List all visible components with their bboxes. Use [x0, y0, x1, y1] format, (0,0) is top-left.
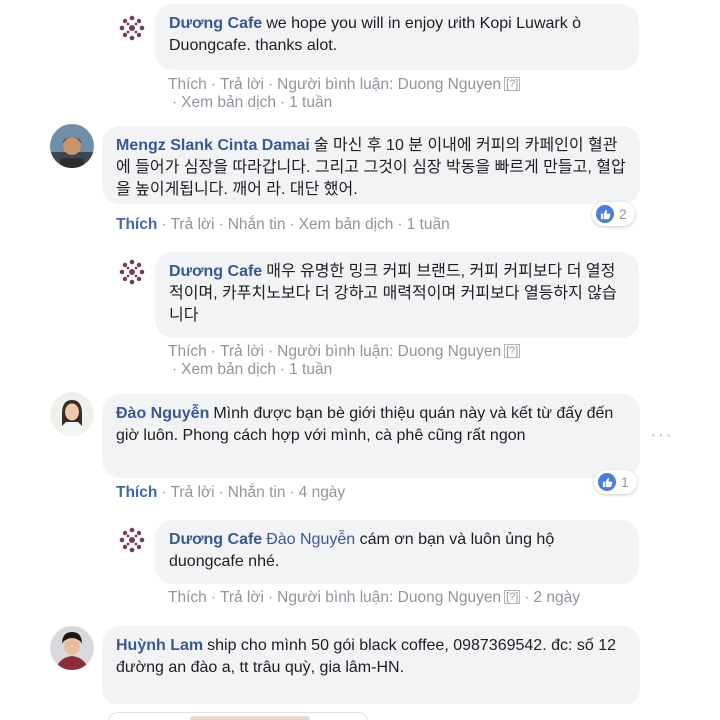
like-link[interactable]: Thích: [116, 216, 157, 233]
see-translation-link[interactable]: Xem bản dịch: [181, 361, 276, 378]
reaction-count[interactable]: 2: [592, 202, 635, 226]
reply-link[interactable]: Trả lời: [220, 343, 264, 360]
comment-actions: Thích · Trả lời · Người bình luận: Duong Ngu…: [168, 76, 521, 93]
comment-actions: Thích · Trả lời · Nhắn tin · 4 ngày: [116, 484, 346, 501]
thumbs-up-icon: [596, 205, 614, 223]
more-options-icon[interactable]: ···: [650, 424, 673, 447]
comment-bubble: Mengz Slank Cinta Damai 술 마신 후 10 분 이내에 커…: [102, 126, 640, 204]
comment-time[interactable]: 4 ngày: [299, 484, 346, 501]
comment-actions: Thích · Trả lời · Người bình luận: Duong Ngu…: [168, 343, 521, 360]
next-comment-image-preview: [190, 716, 310, 720]
avatar-dao-nguyen[interactable]: [50, 392, 94, 436]
comment-author[interactable]: Huỳnh Lam: [116, 637, 203, 654]
comment-time[interactable]: 2 ngày: [533, 589, 580, 606]
commenter-note: Người bình luận: Duong Nguyen: [277, 589, 502, 606]
comment-author[interactable]: Dương Cafe: [169, 15, 262, 32]
reply-link[interactable]: Trả lời: [220, 76, 264, 93]
tagged-user-link[interactable]: Đào Nguyễn: [266, 531, 355, 548]
comment-author[interactable]: Dương Cafe: [169, 531, 262, 548]
comment-actions: Thích · Trả lời · Người bình luận: Duong Ngu…: [168, 589, 581, 606]
comment-author[interactable]: Đào Nguyễn: [116, 405, 209, 422]
duong-cafe-logo-icon: [118, 526, 146, 554]
like-link[interactable]: Thích: [168, 589, 207, 606]
comment-bubble: Dương Cafe we hope you will in enjoy ưith…: [155, 4, 639, 70]
see-translation-link[interactable]: Xem bản dịch: [299, 216, 394, 233]
comment-time[interactable]: 1 tuần: [289, 361, 332, 378]
comment-actions: Thích · Trả lời · Nhắn tin · Xem bản dịch · 1 tu…: [116, 216, 450, 233]
help-link[interactable]: [?]: [504, 77, 521, 91]
message-link[interactable]: Nhắn tin: [228, 216, 286, 233]
comment-bubble: Huỳnh Lam ship cho mình 50 gói black coff…: [102, 626, 640, 706]
comment-time[interactable]: 1 tuần: [289, 94, 332, 111]
message-link[interactable]: Nhắn tin: [228, 484, 286, 501]
comment-bubble: Dương Cafe 매우 유명한 밍크 커피 브랜드, 커피 커피보다 더 열정…: [155, 252, 639, 338]
avatar-duong-cafe[interactable]: [118, 526, 146, 554]
avatar-mengz[interactable]: [50, 124, 94, 168]
comment-actions-line2: · Xem bản dịch · 1 tuần: [172, 361, 333, 378]
avatar-huynh-lam[interactable]: [50, 626, 94, 670]
reply-link[interactable]: Trả lời: [220, 589, 264, 606]
avatar-duong-cafe[interactable]: [118, 14, 146, 42]
thumbs-up-icon: [598, 473, 616, 491]
see-translation-link[interactable]: Xem bản dịch: [181, 94, 276, 111]
reaction-count[interactable]: 1: [594, 470, 637, 494]
profile-photo-icon: [50, 392, 94, 436]
help-link[interactable]: [?]: [504, 590, 521, 604]
profile-photo-icon: [50, 124, 94, 168]
like-link[interactable]: Thích: [168, 76, 207, 93]
comment-author[interactable]: Dương Cafe: [169, 263, 262, 280]
comment-bubble: Dương Cafe Đào Nguyễn cám ơn bạn và luôn …: [155, 520, 639, 584]
profile-photo-icon: [50, 626, 94, 670]
comment-bubble: Đào Nguyễn Mình được bạn bè giới thiệu qu…: [102, 394, 640, 478]
reaction-number: 2: [619, 206, 627, 222]
help-link[interactable]: [?]: [504, 344, 521, 358]
comment-author[interactable]: Mengz Slank Cinta Damai: [116, 137, 310, 154]
reaction-number: 1: [621, 474, 629, 490]
duong-cafe-logo-icon: [118, 14, 146, 42]
like-link[interactable]: Thích: [168, 343, 207, 360]
comment-actions-line2: · Xem bản dịch · 1 tuần: [172, 94, 333, 111]
commenter-note: Người bình luận: Duong Nguyen: [277, 76, 502, 93]
comment-time[interactable]: 1 tuần: [407, 216, 450, 233]
avatar-duong-cafe[interactable]: [118, 258, 146, 286]
duong-cafe-logo-icon: [118, 258, 146, 286]
reply-link[interactable]: Trả lời: [171, 216, 215, 233]
like-link[interactable]: Thích: [116, 484, 157, 501]
commenter-note: Người bình luận: Duong Nguyen: [277, 343, 502, 360]
reply-link[interactable]: Trả lời: [171, 484, 215, 501]
